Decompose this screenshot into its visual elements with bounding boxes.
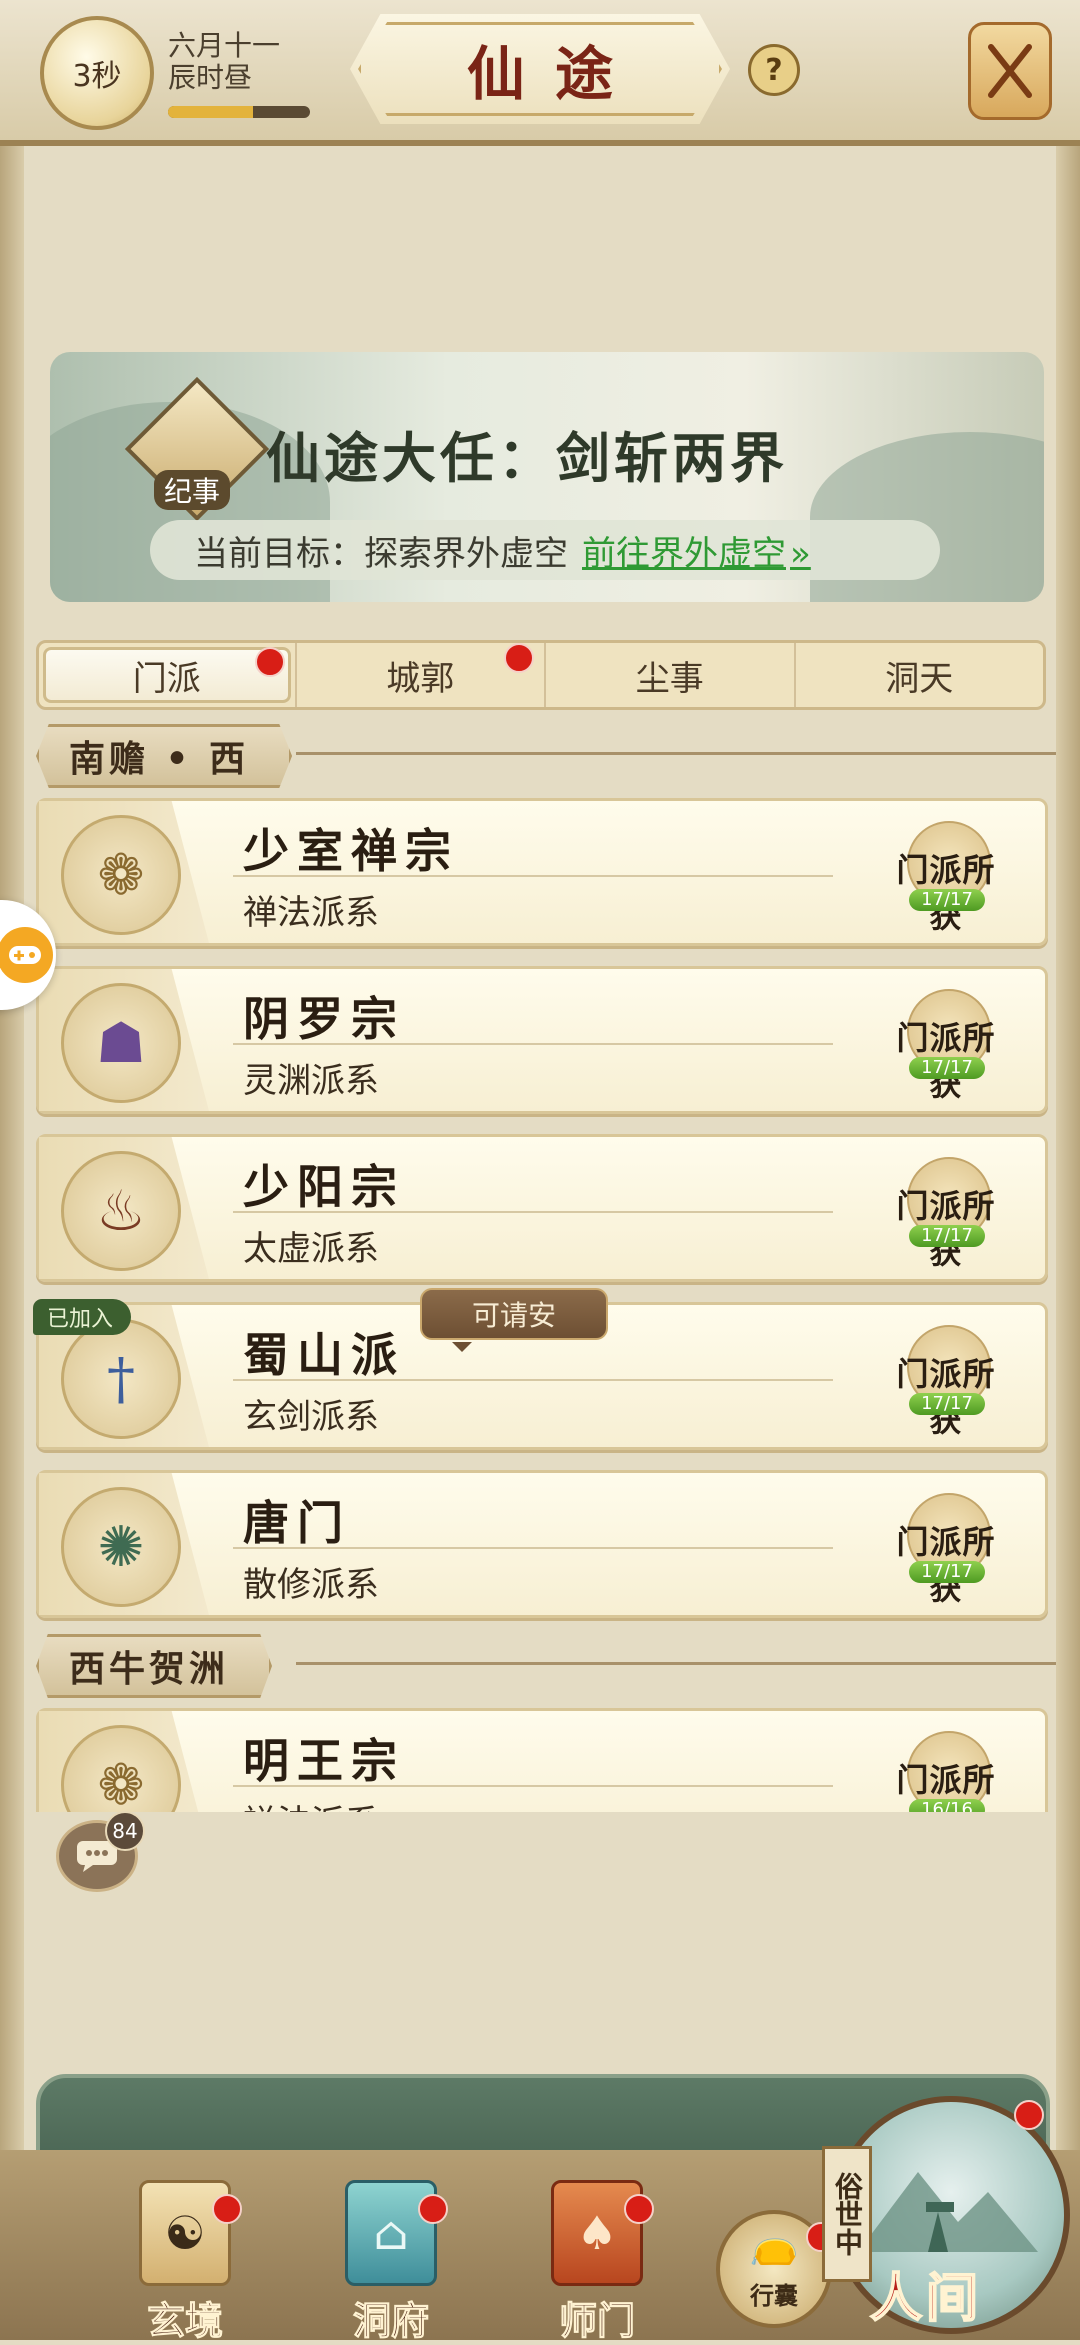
divider <box>233 1211 833 1213</box>
nav-label: 师门 <box>558 2298 635 2344</box>
sect-name: 明王宗 <box>243 1734 405 1788</box>
sect-reward[interactable]: 门派所获 17/17 <box>881 989 1011 1103</box>
sect-lineage: 玄剑派系 <box>243 1397 379 1437</box>
joined-badge: 已加入 <box>33 1299 132 1335</box>
sect-lineage: 禅法派系 <box>243 1795 379 1812</box>
fan-icon: ✺ <box>61 1487 181 1607</box>
sword-icon: † <box>61 1319 181 1439</box>
greet-bubble[interactable]: 可请安 <box>420 1288 608 1352</box>
notification-dot <box>418 2194 448 2224</box>
sect-lineage: 灵渊派系 <box>243 1061 379 1101</box>
reward-count: 17/17 <box>909 1393 985 1415</box>
reward-count: 16/16 <box>909 1799 985 1812</box>
sect-lineage: 散修派系 <box>243 1565 379 1605</box>
divider <box>233 1379 833 1381</box>
divider <box>233 875 833 877</box>
chat-button[interactable]: 84 <box>56 1811 145 1892</box>
region-heading: 西牛贺洲 <box>36 1634 1056 1698</box>
region-title: 西牛贺洲 <box>36 1634 273 1698</box>
nav-shimen[interactable]: ♠ 师门 <box>532 2180 662 2344</box>
sect-reward[interactable]: 门派所获 16/16 <box>881 1731 1011 1812</box>
chat-unread-count: 84 <box>105 1811 145 1851</box>
reward-count: 17/17 <box>909 1225 985 1247</box>
nav-xuanjing[interactable]: ☯ 玄境 <box>120 2180 250 2344</box>
sect-row[interactable]: ♨ 少阳宗 太虚派系 门派所获 17/17 <box>36 1134 1048 1282</box>
world-label: 人间 <box>869 2267 983 2330</box>
nav-dongfu[interactable]: ⌂ 洞府 <box>326 2180 456 2344</box>
bag-button[interactable]: 👝 行囊 <box>716 2210 836 2328</box>
sect-name: 阴罗宗 <box>243 992 405 1046</box>
sect-reward[interactable]: 门派所获 17/17 <box>881 1157 1011 1271</box>
divider <box>296 752 1056 755</box>
reward-count: 17/17 <box>909 1057 985 1079</box>
world-status-tag: 俗世中 <box>822 2146 872 2282</box>
sect-list[interactable]: 南赡 • 西 ❁ 少室禅宗 禅法派系 门派所获 17/17 ☗ 阴罗宗 灵渊派系… <box>0 0 1080 1812</box>
sect-lineage: 太虚派系 <box>243 1229 379 1269</box>
lotus-icon: ❁ <box>61 815 181 935</box>
notification-dot <box>624 2194 654 2224</box>
cauldron-icon: ♨ <box>61 1151 181 1271</box>
demon-mask-icon: ☗ <box>61 983 181 1103</box>
sect-reward[interactable]: 门派所获 17/17 <box>881 1493 1011 1607</box>
reward-count: 17/17 <box>909 889 985 911</box>
notification-dot <box>1014 2100 1044 2130</box>
bag-label: 行囊 <box>750 2281 798 2310</box>
divider <box>233 1785 833 1787</box>
divider <box>233 1547 833 1549</box>
divider <box>233 1043 833 1045</box>
sect-reward[interactable]: 门派所获 17/17 <box>881 1325 1011 1439</box>
sect-lineage: 禅法派系 <box>243 893 379 933</box>
gamepad-icon <box>0 927 53 983</box>
nav-label: 玄境 <box>146 2298 223 2344</box>
divider <box>296 1662 1056 1665</box>
sect-row[interactable]: ❁ 少室禅宗 禅法派系 门派所获 17/17 <box>36 798 1048 946</box>
sect-name: 少阳宗 <box>243 1160 405 1214</box>
sect-row[interactable]: ☗ 阴罗宗 灵渊派系 门派所获 17/17 <box>36 966 1048 1114</box>
region-heading: 南赡 • 西 <box>36 724 1056 788</box>
notification-dot <box>212 2194 242 2224</box>
sect-name: 蜀山派 <box>243 1328 405 1382</box>
sect-row[interactable]: ❁ 明王宗 禅法派系 门派所获 16/16 <box>36 1708 1048 1812</box>
sect-reward[interactable]: 门派所获 17/17 <box>881 821 1011 935</box>
nav-label: 洞府 <box>352 2298 429 2344</box>
sect-name: 唐门 <box>243 1496 351 1550</box>
sect-name: 少室禅宗 <box>243 824 459 878</box>
region-title: 南赡 • 西 <box>36 724 293 788</box>
sect-row[interactable]: ✺ 唐门 散修派系 门派所获 17/17 <box>36 1470 1048 1618</box>
reward-count: 17/17 <box>909 1561 985 1583</box>
